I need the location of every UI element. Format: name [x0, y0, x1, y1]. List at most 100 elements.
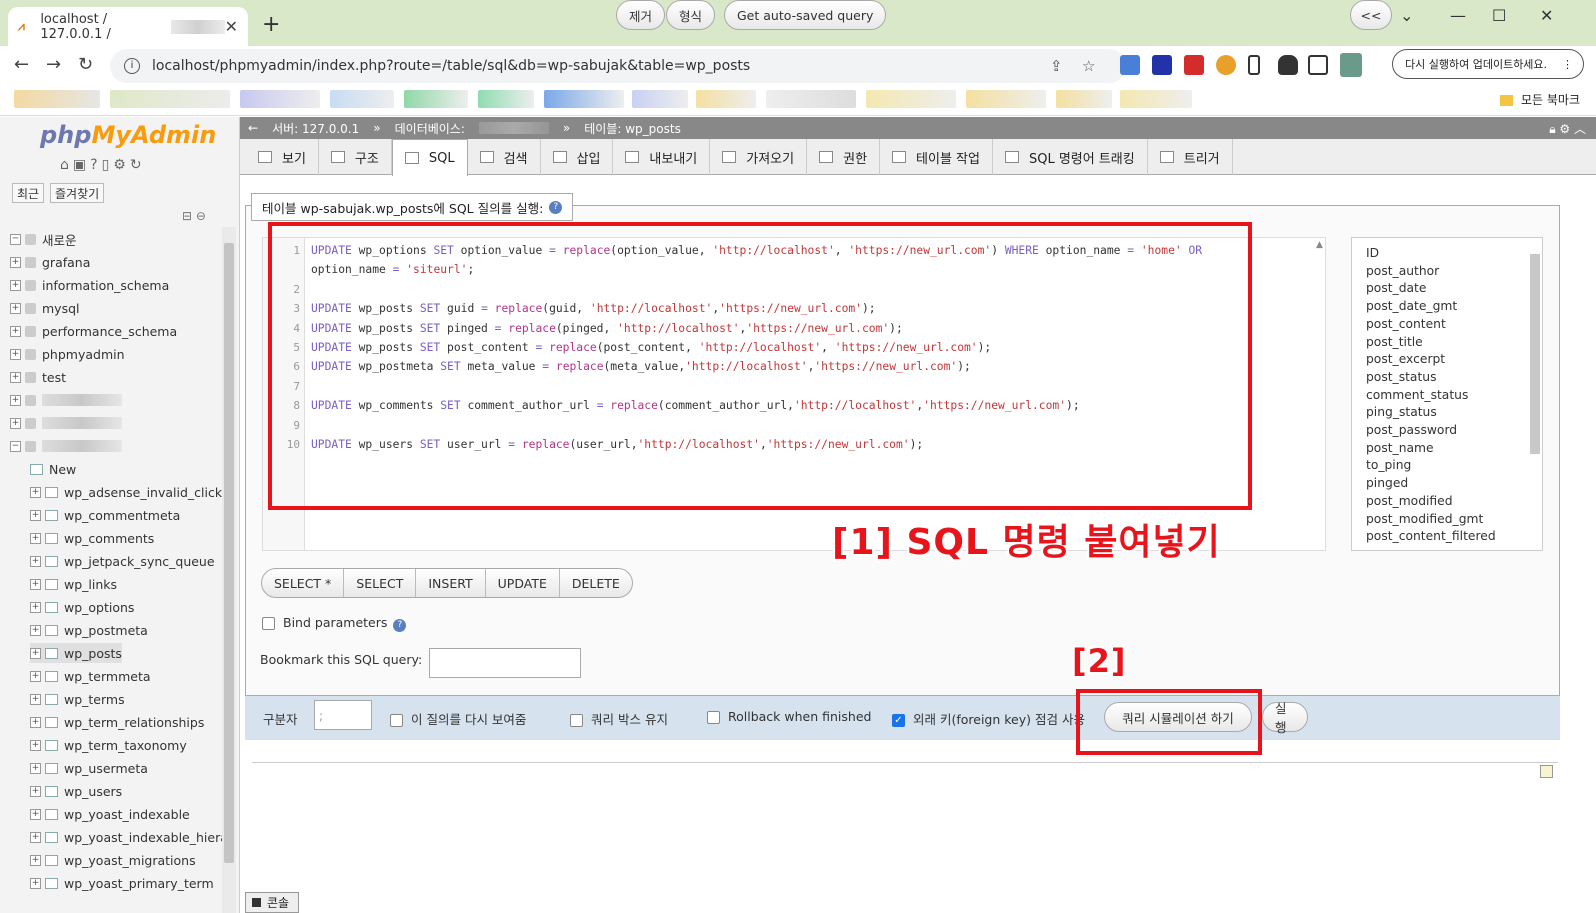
tab-1[interactable]: 구조 — [319, 139, 392, 175]
editor-scroll-arrows[interactable]: ▲ — [1316, 240, 1323, 250]
tree-database[interactable]: + information_schema — [10, 275, 169, 295]
nav-scrollbar[interactable] — [222, 227, 236, 913]
tab-5[interactable]: 내보내기 — [613, 139, 711, 175]
menu-dots-icon[interactable]: ⋮ — [1562, 58, 1573, 71]
keep-box-checkbox[interactable] — [570, 714, 583, 727]
foreign-key-checkbox[interactable]: ✓ — [892, 714, 905, 727]
update-button[interactable]: 다시 실행하여 업데이트하세요. ⋮ — [1392, 49, 1584, 79]
column-list[interactable]: ID post_author post_date post_date_gmt post_… — [1351, 237, 1543, 551]
nav-collapse-icon[interactable]: ← — [248, 121, 258, 135]
console-button[interactable]: 콘솔 — [245, 892, 299, 913]
reload-nav-icon[interactable]: ↻ — [130, 157, 146, 173]
expand-icon[interactable]: + — [30, 739, 41, 751]
all-bookmarks[interactable]: 모든 북마크 — [1499, 91, 1580, 108]
bookmark-item[interactable] — [1056, 90, 1112, 108]
tree-database[interactable]: + mysql — [10, 298, 80, 318]
note-icon[interactable] — [1540, 765, 1553, 778]
address-bar[interactable]: i localhost/phpmyadmin/index.php?route=/… — [110, 49, 1126, 83]
column-item[interactable]: post_excerpt — [1366, 352, 1445, 366]
column-item[interactable]: post_author — [1366, 264, 1439, 278]
tab-10[interactable]: 트리거 — [1148, 139, 1233, 175]
query-template-button[interactable]: INSERT — [416, 569, 486, 597]
column-item[interactable]: post_password — [1366, 423, 1457, 437]
tab-2[interactable]: SQL — [391, 139, 468, 176]
column-item[interactable]: ID — [1366, 246, 1379, 260]
bookmark-item[interactable] — [110, 90, 230, 108]
help-icon[interactable]: ? — [549, 200, 563, 214]
browser-tab[interactable]: ⩘ localhost / 127.0.0.1 / ✕ — [8, 7, 248, 46]
query-template-button[interactable]: UPDATE — [486, 569, 560, 597]
bookmark-item[interactable] — [544, 90, 624, 108]
expand-icon[interactable]: + — [30, 624, 41, 636]
expand-icon[interactable]: + — [30, 808, 41, 820]
expand-icon[interactable]: + — [30, 877, 41, 889]
query-template-button[interactable]: SELECT — [344, 569, 417, 597]
close-tab-icon[interactable]: ✕ — [225, 17, 238, 36]
expand-icon[interactable]: + — [10, 394, 21, 406]
tab-0[interactable]: 보기 — [246, 139, 319, 175]
help-icon[interactable]: ? — [393, 619, 407, 632]
expand-icon[interactable]: + — [10, 348, 21, 360]
help-icon[interactable]: ? — [90, 157, 101, 173]
column-item[interactable]: comment_status — [1366, 388, 1468, 402]
tab-8[interactable]: 테이블 작업 — [880, 139, 993, 175]
favorites-button[interactable]: 즐겨찾기 — [50, 183, 105, 203]
tree-table[interactable]: + wp_yoast_primary_term — [30, 873, 214, 893]
expand-icon[interactable]: + — [30, 555, 41, 567]
profile-avatar[interactable] — [1340, 53, 1362, 77]
expand-icon[interactable]: + — [30, 601, 41, 613]
column-item[interactable]: to_ping — [1366, 458, 1411, 472]
tab-6[interactable]: 가져오기 — [710, 139, 808, 175]
tree-table[interactable]: + wp_postmeta — [30, 620, 148, 640]
expand-icon[interactable]: + — [30, 670, 41, 682]
column-item[interactable]: post_content — [1366, 317, 1446, 331]
tree-table[interactable]: + wp_comments — [30, 528, 154, 548]
forward-icon[interactable]: → — [46, 54, 61, 75]
query-template-button[interactable]: DELETE — [560, 569, 632, 597]
bookmark-icon[interactable] — [1248, 55, 1260, 75]
column-scroll-thumb[interactable] — [1530, 254, 1540, 454]
show-again-option[interactable]: 이 질의를 다시 보여줌 — [390, 709, 526, 728]
format-button[interactable]: 형식 — [666, 0, 716, 30]
lock-icon[interactable]: 🔒︎ ⚙ ︿ — [1549, 120, 1586, 137]
tree-database[interactable]: + — [10, 413, 122, 433]
tree-new-table[interactable]: New — [30, 459, 76, 479]
tree-table[interactable]: + wp_term_taxonomy — [30, 735, 187, 755]
bookmark-item[interactable] — [14, 90, 100, 108]
tree-table[interactable]: + wp_options — [30, 597, 134, 617]
tree-database[interactable]: + — [10, 390, 122, 410]
breadcrumb-database[interactable]: 데이터베이스: — [395, 120, 465, 137]
tree-table[interactable]: + wp_term_relationships — [30, 712, 204, 732]
reload-icon[interactable]: ↻ — [78, 54, 93, 75]
close-window-icon[interactable]: ✕ — [1540, 6, 1553, 25]
tab-7[interactable]: 권한 — [807, 139, 881, 175]
tree-database[interactable]: + grafana — [10, 252, 90, 272]
site-info-icon[interactable]: i — [124, 58, 140, 74]
tree-database[interactable]: + performance_schema — [10, 321, 177, 341]
expand-icon[interactable]: + — [10, 302, 21, 314]
expand-icon[interactable]: + — [10, 279, 21, 291]
minimize-icon[interactable]: — — [1450, 6, 1466, 25]
tree-table[interactable]: + wp_jetpack_sync_queue — [30, 551, 215, 571]
bookmark-item[interactable] — [766, 90, 856, 108]
bind-parameters[interactable]: Bind parameters? — [262, 615, 407, 632]
expand-icon[interactable]: + — [10, 417, 21, 429]
expand-icon[interactable]: + — [30, 762, 41, 774]
back-icon[interactable]: ← — [14, 54, 29, 75]
tree-table[interactable]: + wp_commentmeta — [30, 505, 180, 525]
expand-icon[interactable]: + — [30, 854, 41, 866]
logout-icon[interactable]: ▣ — [73, 157, 90, 173]
extension-icon[interactable] — [1216, 55, 1236, 75]
bookmark-input[interactable] — [429, 648, 581, 678]
collapse-all-icon[interactable]: ⊟ — [182, 209, 192, 223]
column-item[interactable]: post_content_filtered — [1366, 529, 1496, 543]
get-autosaved-query-button[interactable]: Get auto-saved query — [724, 0, 887, 30]
breadcrumb-server[interactable]: 서버: 127.0.0.1 — [272, 120, 359, 137]
column-item[interactable]: post_modified — [1366, 494, 1453, 508]
tree-table[interactable]: + wp_yoast_indexable — [30, 804, 190, 824]
bookmark-star-icon[interactable]: ☆ — [1082, 57, 1095, 75]
expand-icon[interactable]: + — [30, 486, 41, 498]
foreign-key-option[interactable]: ✓ 외래 키(foreign key) 점검 사용 — [892, 709, 1085, 728]
new-tab-icon[interactable]: + — [262, 12, 280, 37]
query-template-button[interactable]: SELECT * — [262, 569, 345, 597]
